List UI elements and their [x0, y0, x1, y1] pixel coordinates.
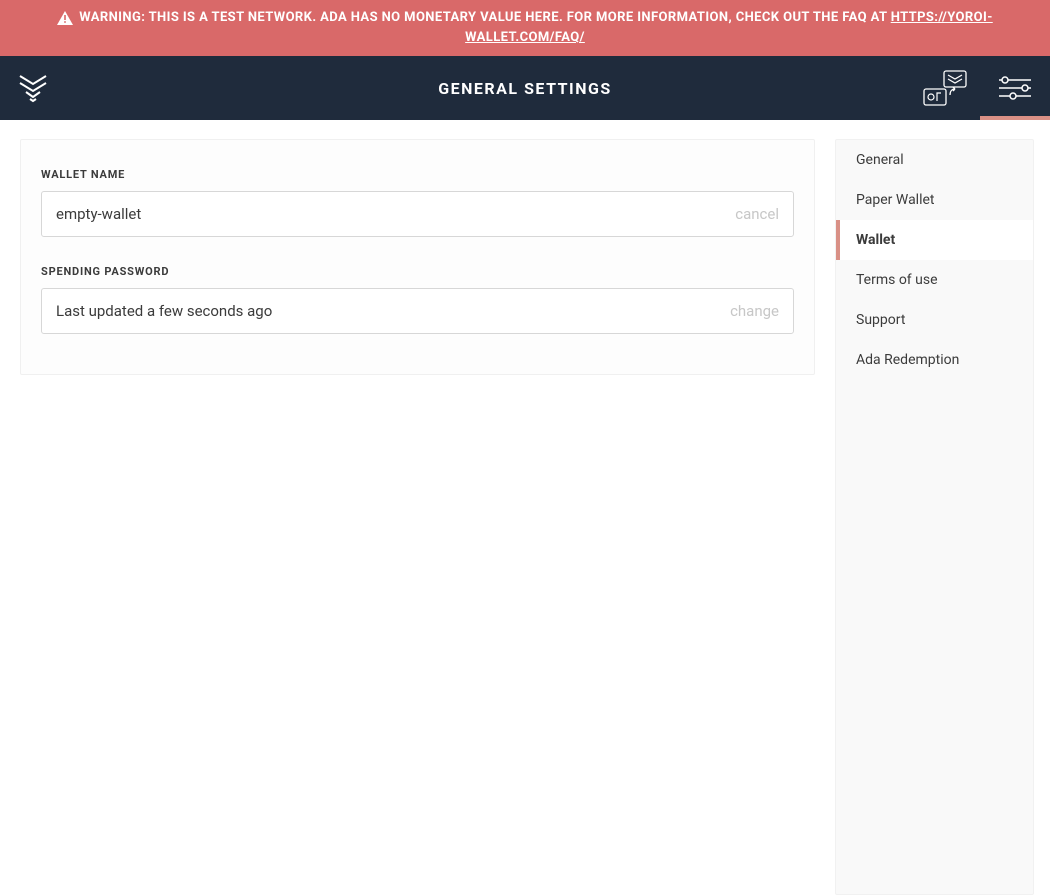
app-logo[interactable]	[0, 72, 65, 104]
sidebar-item-support[interactable]: Support	[836, 300, 1033, 340]
wallet-name-cancel-button[interactable]: cancel	[735, 205, 779, 223]
settings-card: WALLET NAME cancel SPENDING PASSWORD Las…	[20, 139, 815, 375]
wallet-name-input[interactable]	[56, 205, 735, 223]
app-header: GENERAL SETTINGS	[0, 56, 1050, 120]
settings-sidebar: General Paper Wallet Wallet Terms of use…	[835, 139, 1034, 895]
test-network-warning-banner: WARNING: THIS IS A TEST NETWORK. ADA HAS…	[0, 0, 1050, 56]
warning-icon	[57, 11, 73, 25]
sidebar-item-terms-of-use[interactable]: Terms of use	[836, 260, 1033, 300]
spending-password-field-box: Last updated a few seconds ago change	[41, 288, 794, 334]
sidebar-item-wallet[interactable]: Wallet	[836, 220, 1033, 260]
wallet-nav-icon[interactable]	[910, 56, 980, 120]
wallet-name-field-box: cancel	[41, 191, 794, 237]
sidebar-item-general[interactable]: General	[836, 140, 1033, 180]
page-title: GENERAL SETTINGS	[0, 79, 1050, 98]
spending-password-group: SPENDING PASSWORD Last updated a few sec…	[41, 265, 794, 334]
page-body: WALLET NAME cancel SPENDING PASSWORD Las…	[0, 120, 1050, 895]
spending-password-status: Last updated a few seconds ago	[56, 302, 730, 320]
sidebar-item-ada-redemption[interactable]: Ada Redemption	[836, 340, 1033, 380]
spending-password-label: SPENDING PASSWORD	[41, 265, 794, 278]
spending-password-change-button[interactable]: change	[730, 302, 779, 320]
warning-text: WARNING: THIS IS A TEST NETWORK. ADA HAS…	[79, 10, 890, 25]
wallet-name-label: WALLET NAME	[41, 168, 794, 181]
settings-nav-icon[interactable]	[980, 56, 1050, 120]
sidebar-item-paper-wallet[interactable]: Paper Wallet	[836, 180, 1033, 220]
wallet-name-group: WALLET NAME cancel	[41, 168, 794, 237]
